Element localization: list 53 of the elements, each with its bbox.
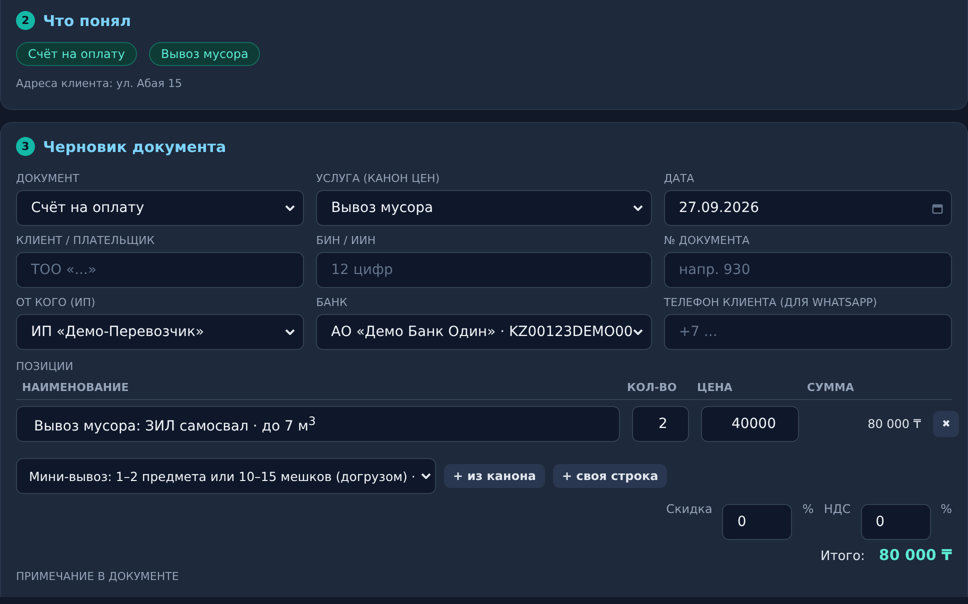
field-label: ДАТА	[664, 172, 696, 185]
total-label: Итого:	[820, 549, 865, 564]
field-label: УСЛУГА (КАНОН ЦЕН)	[316, 172, 441, 185]
discount-label: Скидка	[666, 502, 712, 516]
positions-label: ПОЗИЦИИ	[16, 360, 74, 373]
tag: Вывоз мусора	[148, 42, 260, 66]
field-label: ДОКУМЕНТ	[16, 172, 80, 185]
dropdown[interactable]: АО «Демо Банк Один» · KZ00123DEMO00	[316, 314, 652, 350]
note-label: ПРИМЕЧАНИЕ В ДОКУМЕНТЕ	[16, 570, 180, 583]
quantity-field[interactable]: 2	[632, 406, 689, 442]
column-header: СУММА	[807, 381, 855, 394]
template-dropdown[interactable]: Мини-вывоз: 1–2 предмета или 10–15 мешков (догрузом) ·	[16, 458, 436, 494]
client-address: Адреса клиента: ул. Абая 15	[16, 77, 183, 90]
add-row-button[interactable]: + своя строка	[552, 464, 668, 488]
chevron-down-icon	[285, 205, 296, 211]
chevron-down-icon	[285, 329, 296, 335]
field-label: ТЕЛЕФОН КЛИЕНТА (ДЛЯ WHATSAPP)	[664, 296, 878, 309]
vat-label: НДС	[824, 502, 851, 516]
input-field[interactable]: 12 цифр	[316, 252, 652, 288]
step-badge: 2	[16, 11, 35, 30]
dropdown[interactable]: Счёт на оплату	[16, 190, 304, 226]
percent-unit: %	[802, 502, 814, 516]
percent-unit: %	[940, 502, 952, 516]
field-label: ОТ КОГО (ИП)	[16, 296, 96, 309]
input-field[interactable]: +7 ...	[664, 314, 952, 350]
row-sum: 80 000 ₸	[866, 417, 921, 431]
add-row-button[interactable]: + из канона	[444, 464, 545, 488]
tag: Счёт на оплату	[16, 42, 137, 66]
input-field[interactable]: ТОО «...»	[16, 252, 304, 288]
column-header: КОЛ-ВО	[627, 381, 678, 394]
field-label: БИН / ИИН	[316, 234, 377, 247]
dropdown[interactable]: ИП «Демо-Перевозчик»	[16, 314, 304, 350]
section-title: Черновик документа	[43, 138, 226, 156]
dropdown[interactable]: Вывоз мусора	[316, 190, 652, 226]
chevron-down-icon	[632, 329, 643, 335]
column-header: НАИМЕНОВАНИЕ	[22, 381, 130, 394]
date-field[interactable]: 27.09.2026	[664, 190, 952, 226]
vat-field[interactable]: 0	[860, 504, 931, 540]
field-label: БАНК	[316, 296, 348, 309]
field-label: № ДОКУМЕНТА	[664, 234, 751, 247]
item-name-field[interactable]: Вывоз мусора: ЗИЛ самосвал · до 7 м$^{3}$	[16, 406, 620, 442]
step-badge: 3	[16, 137, 35, 156]
price-field[interactable]: 40000	[701, 406, 799, 442]
total-value: 80 000 ₸	[878, 546, 952, 564]
column-header: ЦЕНА	[697, 381, 734, 394]
input-field[interactable]: напр. 930	[664, 252, 952, 288]
field-label: КЛИЕНТ / ПЛАТЕЛЬЩИК	[16, 234, 156, 247]
discount-field[interactable]: 0	[722, 504, 792, 540]
calendar-icon	[932, 202, 943, 214]
delete-row-button[interactable]: ✖	[933, 411, 959, 437]
chevron-down-icon	[632, 205, 643, 211]
chevron-down-icon	[421, 473, 432, 479]
section-title: Что понял	[43, 12, 131, 30]
